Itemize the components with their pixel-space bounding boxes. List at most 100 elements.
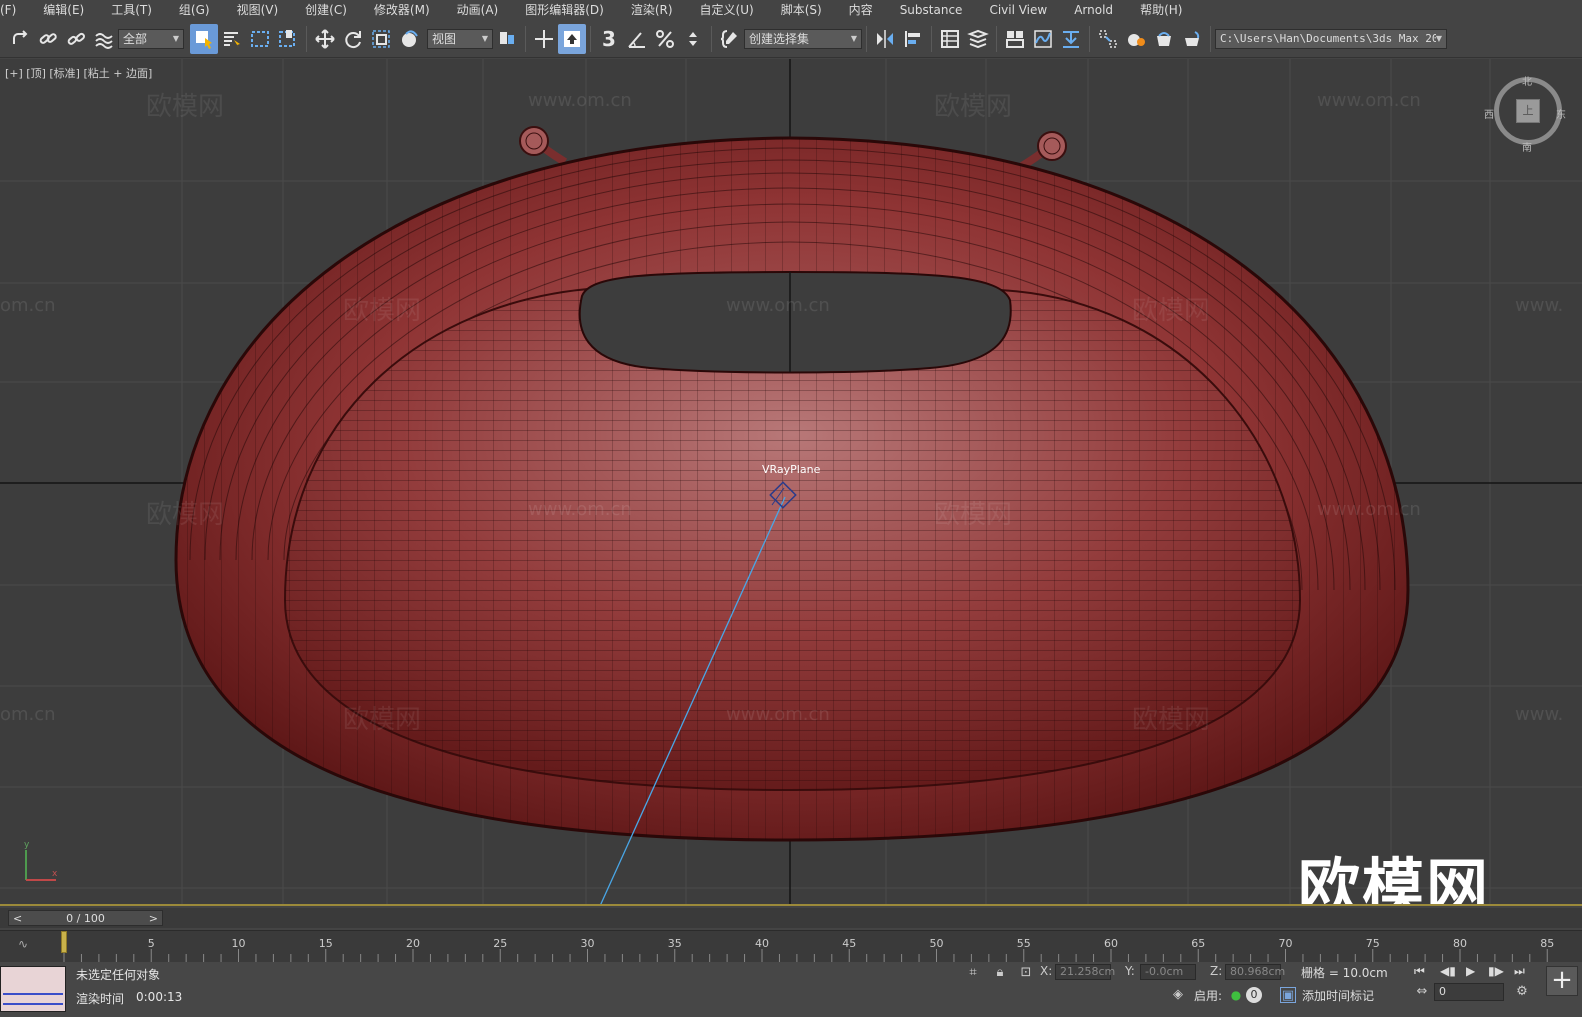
viewport-label-menu[interactable]: [+] [顶] [标准] [粘土 + 边面] <box>5 65 152 81</box>
select-object-icon[interactable] <box>190 23 218 54</box>
play-icon[interactable]: ▶︎ <box>1466 964 1475 978</box>
menu-arnold[interactable]: Arnold <box>1060 0 1126 20</box>
coord-x-field[interactable]: 21.258cm <box>1055 964 1115 980</box>
track-tick-label: 15 <box>319 937 333 950</box>
menu-create[interactable]: 创建(C) <box>291 0 360 20</box>
coord-z-field[interactable]: 80.968cm <box>1225 964 1285 980</box>
redo-icon[interactable] <box>6 24 34 54</box>
menu-scripting[interactable]: 脚本(S) <box>767 0 835 20</box>
curve-editor-icon[interactable] <box>1029 24 1057 54</box>
track-tick-label: 85 <box>1540 937 1554 950</box>
render-setup-icon[interactable] <box>1122 24 1150 54</box>
maxscript-listener-mini[interactable] <box>0 966 66 1012</box>
key-mode-toggle-icon[interactable]: ⇔ <box>1414 984 1430 1000</box>
render-production-icon[interactable] <box>1178 24 1206 54</box>
unlink-icon[interactable] <box>62 24 90 54</box>
percent-snap-icon[interactable] <box>651 24 679 54</box>
go-to-end-icon[interactable]: ⏭ <box>1514 964 1525 979</box>
toggle-ribbon-icon[interactable] <box>1001 24 1029 54</box>
menu-edit[interactable]: 编辑(E) <box>29 0 97 20</box>
menu-civil-view[interactable]: Civil View <box>975 0 1060 20</box>
track-tick-label: 60 <box>1104 937 1118 950</box>
menu-tools[interactable]: 工具(T) <box>97 0 165 20</box>
viewport-scene <box>0 59 1582 904</box>
material-editor-icon[interactable] <box>1094 24 1122 54</box>
time-slider-thumb[interactable]: < 0 / 100 > <box>8 910 163 926</box>
select-by-name-icon[interactable] <box>218 24 246 54</box>
watermark-url: www. <box>1515 295 1564 316</box>
rect-selection-region-icon[interactable] <box>246 24 274 54</box>
move-icon[interactable] <box>311 24 339 54</box>
scene-explorer-icon[interactable] <box>936 24 964 54</box>
watermark-text: 欧模网 <box>146 500 225 530</box>
menu-views[interactable]: 视图(V) <box>223 0 292 20</box>
add-time-tag-button[interactable]: 添加时间标记 <box>1302 987 1374 1004</box>
absolute-mode-icon[interactable]: ⊡ <box>1018 965 1034 981</box>
time-slider-next-button[interactable]: > <box>149 912 158 925</box>
toolbar-separator <box>1210 25 1211 52</box>
isolate-selection-icon[interactable]: ⌗ <box>965 965 981 981</box>
menu-file[interactable]: (F) <box>0 0 29 20</box>
place-icon[interactable] <box>395 24 423 54</box>
selection-filter-dropdown[interactable]: 全部 ▼ <box>118 28 184 49</box>
menu-group[interactable]: 组(G) <box>165 0 223 20</box>
ref-coord-dropdown[interactable]: 视图 ▼ <box>427 28 493 49</box>
compass-north: 北 <box>1522 77 1532 88</box>
max-app-window: (F) 编辑(E) 工具(T) 组(G) 视图(V) 创建(C) 修改器(M) … <box>0 0 1582 1017</box>
named-selection-dropdown[interactable]: 创建选择集 ▼ <box>744 28 862 49</box>
menu-content[interactable]: 内容 <box>835 0 886 20</box>
schematic-view-icon[interactable] <box>1057 24 1085 54</box>
link-icon[interactable] <box>34 24 62 54</box>
rotate-icon[interactable] <box>339 24 367 54</box>
watermark-url: www.om.cn <box>528 90 632 111</box>
enable-status-dot-icon[interactable]: ● <box>1228 987 1244 1003</box>
go-to-start-icon[interactable]: ⏮ <box>1414 964 1425 979</box>
watermark-text: 欧模网 <box>1132 296 1211 326</box>
menu-modifiers[interactable]: 修改器(M) <box>360 0 443 20</box>
select-manipulate-icon[interactable] <box>530 24 558 54</box>
project-path-dropdown[interactable]: C:\Users\Han\Documents\3ds Max 2022 ▼ <box>1215 28 1447 49</box>
top-viewport[interactable]: 欧模网 www.om.cn 欧模网 www.om.cn om.cn 欧模网 ww… <box>0 59 1582 906</box>
align-icon[interactable] <box>899 24 927 54</box>
scale-icon[interactable] <box>367 24 395 54</box>
watermark-url: www.om.cn <box>726 704 830 725</box>
menu-customize[interactable]: 自定义(U) <box>686 0 767 20</box>
rendered-frame-window-icon[interactable] <box>1150 24 1178 54</box>
edit-named-selection-icon[interactable] <box>716 24 744 54</box>
adaptive-degradation-icon[interactable]: ◈ <box>1170 987 1186 1003</box>
time-slider[interactable]: < 0 / 100 > <box>0 908 1582 928</box>
bind-space-warp-icon[interactable] <box>90 24 118 54</box>
current-frame-spinner[interactable]: 0 <box>1434 983 1504 1001</box>
vray-plane-label: VRayPlane <box>762 463 821 476</box>
time-tag-icon[interactable]: ▣ <box>1280 987 1296 1003</box>
previous-frame-icon[interactable]: ◀︎▮ <box>1440 964 1456 978</box>
track-tick-label: 30 <box>581 937 595 950</box>
menu-substance[interactable]: Substance <box>886 0 976 20</box>
next-frame-icon[interactable]: ▮▶︎ <box>1488 964 1504 978</box>
coord-y-field[interactable]: -0.0cm <box>1140 964 1196 980</box>
spinner-snap-icon[interactable] <box>679 24 707 54</box>
mini-curve-editor-icon[interactable]: ∿ <box>18 937 28 951</box>
track-bar[interactable]: ∿ 0510152025303540455055606570758085 <box>0 930 1582 963</box>
menu-rendering[interactable]: 渲染(R) <box>617 0 686 20</box>
pivot-center-icon[interactable] <box>493 24 521 54</box>
window-crossing-icon[interactable] <box>274 24 302 54</box>
menu-help[interactable]: 帮助(H) <box>1126 0 1195 20</box>
mirror-icon[interactable] <box>871 24 899 54</box>
keyboard-shortcut-override-icon[interactable] <box>558 23 586 54</box>
layer-explorer-icon[interactable] <box>964 24 992 54</box>
time-slider-prev-button[interactable]: < <box>13 912 22 925</box>
time-config-icon[interactable]: ⚙︎ <box>1514 984 1530 1000</box>
render-time-label: 渲染时间 <box>76 992 125 1006</box>
viewcube-top-face[interactable]: 上 <box>1516 99 1540 123</box>
set-key-button[interactable]: + <box>1546 966 1578 996</box>
menu-graph-editors[interactable]: 图形编辑器(D) <box>511 0 617 20</box>
selection-lock-icon[interactable]: 🔒︎ <box>992 965 1008 981</box>
menu-bar: (F) 编辑(E) 工具(T) 组(G) 视图(V) 创建(C) 修改器(M) … <box>0 0 1582 20</box>
snap-toggle-icon[interactable]: 3 <box>595 24 623 54</box>
angle-snap-icon[interactable] <box>623 24 651 54</box>
track-ruler: 0510152025303540455055606570758085 <box>61 937 1554 963</box>
track-playhead[interactable] <box>61 931 67 953</box>
compass-west: 西 <box>1484 110 1494 121</box>
menu-animation[interactable]: 动画(A) <box>443 0 512 20</box>
